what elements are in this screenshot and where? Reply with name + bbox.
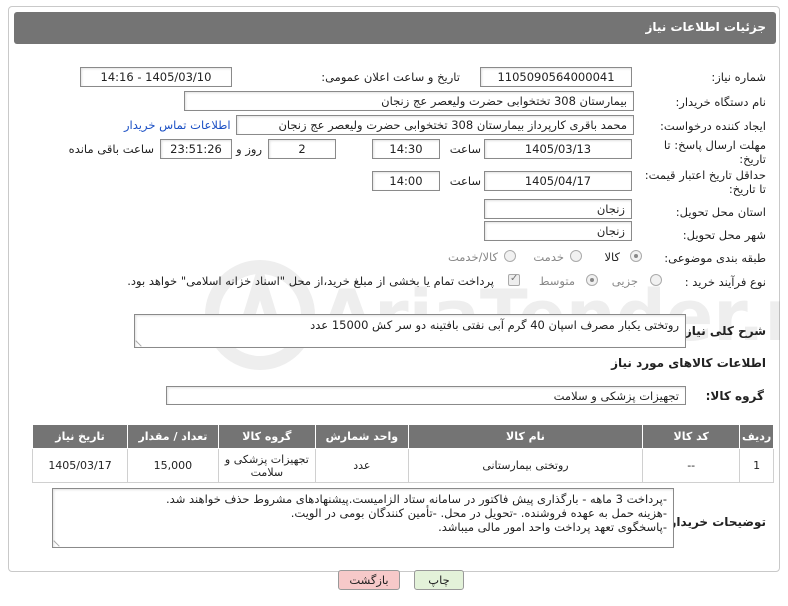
validity-time-field: 14:00 xyxy=(372,171,440,191)
contact-info-link[interactable]: اطلاعات تماس خریدار xyxy=(124,118,231,132)
cell-group: تجهیزات پزشکی و سلامت xyxy=(217,448,316,483)
category-label: طبقه بندی موضوعی: xyxy=(664,251,766,265)
cell-unit: عدد xyxy=(314,448,409,483)
col-group: گروه کالا xyxy=(217,424,316,449)
process-label: نوع فرآیند خرید : xyxy=(684,275,766,289)
table-row: 1 -- روتختی بیمارستانی عدد تجهیزات پزشکی… xyxy=(31,448,774,483)
col-date: تاریخ نیاز xyxy=(31,424,129,449)
goods-table: ردیف کد کالا نام کالا واحد شمارش گروه کا… xyxy=(31,424,774,483)
treasury-payment-checkbox[interactable] xyxy=(508,273,520,286)
goods-table-header: ردیف کد کالا نام کالا واحد شمارش گروه کا… xyxy=(31,424,774,449)
cell-row: 1 xyxy=(739,448,774,483)
process-minor-radio[interactable] xyxy=(650,274,662,286)
col-row: ردیف xyxy=(739,424,774,449)
remaining-label: ساعت باقی مانده xyxy=(68,142,154,156)
col-unit: واحد شمارش xyxy=(314,424,409,449)
days-label: روز و xyxy=(236,142,262,156)
city-field: زنجان xyxy=(484,221,632,241)
deadline-label: مهلت ارسال پاسخ: تا تاریخ: xyxy=(663,138,766,166)
buyer-notes-label: توضیحات خریدار: xyxy=(664,515,766,529)
description-text: روتختی یکبار مصرف اسپان 40 گرم آبی نفتی … xyxy=(310,318,679,332)
requester-label: ایجاد کننده درخواست: xyxy=(660,119,766,133)
days-remaining-field: 2 xyxy=(268,139,336,159)
goods-section-title: اطلاعات کالاهای مورد نیاز xyxy=(611,356,766,370)
description-textarea[interactable]: روتختی یکبار مصرف اسپان 40 گرم آبی نفتی … xyxy=(134,314,686,348)
process-medium-radio[interactable] xyxy=(586,274,598,286)
buyer-note-line: -پاسخگوی تعهد پرداخت واحد امور مالی میبا… xyxy=(438,520,667,534)
category-goods-radio[interactable] xyxy=(630,250,642,262)
resize-handle[interactable] xyxy=(135,335,147,347)
goods-group-label: گروه کالا: xyxy=(705,389,764,403)
province-label: استان محل تحویل: xyxy=(675,205,766,219)
cell-date: 1405/03/17 xyxy=(31,448,129,483)
description-label: شرح کلی نیاز: xyxy=(680,324,766,338)
remaining-time-field: 23:51:26 xyxy=(160,139,232,159)
page-title: جزئیات اطلاعات نیاز xyxy=(645,20,766,34)
cell-code: -- xyxy=(642,448,741,483)
need-number-label: شماره نیاز: xyxy=(711,70,766,84)
col-code: کد کالا xyxy=(642,424,741,449)
category-both-label: کالا/خدمت xyxy=(447,250,498,264)
deadline-date-field: 1405/03/13 xyxy=(484,139,632,159)
print-button[interactable]: چاپ xyxy=(414,570,464,590)
buyer-org-label: نام دستگاه خریدار: xyxy=(675,95,766,109)
treasury-payment-note: پرداخت تمام یا بخشی از مبلغ خرید،از محل … xyxy=(127,274,494,288)
validity-time-label: ساعت xyxy=(449,174,481,188)
buyer-notes-textarea[interactable]: -پرداخت 3 ماهه - بارگذاری پیش فاکتور در … xyxy=(52,488,674,548)
resize-handle[interactable] xyxy=(53,535,65,547)
announce-datetime-field: 1405/03/10 - 14:16 xyxy=(80,67,232,87)
category-service-radio[interactable] xyxy=(570,250,582,262)
header-bar: جزئیات اطلاعات نیاز xyxy=(14,12,776,44)
col-qty: تعداد / مقدار xyxy=(127,424,219,449)
need-number-field: 1105090564000041 xyxy=(480,67,632,87)
buyer-note-line: -پرداخت 3 ماهه - بارگذاری پیش فاکتور در … xyxy=(166,492,667,506)
deadline-time-label: ساعت xyxy=(449,142,481,156)
category-service-label: خدمت xyxy=(533,250,564,264)
province-field: زنجان xyxy=(484,199,632,219)
cell-name: روتختی بیمارستانی xyxy=(407,448,644,483)
category-goods-label: کالا xyxy=(604,250,620,264)
buyer-note-line: -هزینه حمل به عهده فروشنده. -تحویل در مح… xyxy=(290,506,667,520)
goods-group-field: تجهیزات پزشکی و سلامت xyxy=(166,386,686,405)
validity-date-field: 1405/04/17 xyxy=(484,171,632,191)
process-minor-label: جزیی xyxy=(611,274,638,288)
back-button[interactable]: بازگشت xyxy=(338,570,400,590)
category-both-radio[interactable] xyxy=(504,250,516,262)
city-label: شهر محل تحویل: xyxy=(682,228,766,242)
process-medium-label: متوسط xyxy=(538,274,575,288)
announce-label: تاریخ و ساعت اعلان عمومی: xyxy=(321,70,460,84)
deadline-time-field: 14:30 xyxy=(372,139,440,159)
buyer-org-field: بیمارستان 308 تختخوابی حضرت ولیعصر عج زن… xyxy=(184,91,634,111)
requester-field: محمد باقری کارپرداز بیمارستان 308 تختخوا… xyxy=(236,115,634,135)
cell-qty: 15,000 xyxy=(127,448,219,483)
col-name: نام کالا xyxy=(407,424,644,449)
validity-label: حداقل تاریخ اعتبار قیمت: تا تاریخ: xyxy=(644,168,766,196)
